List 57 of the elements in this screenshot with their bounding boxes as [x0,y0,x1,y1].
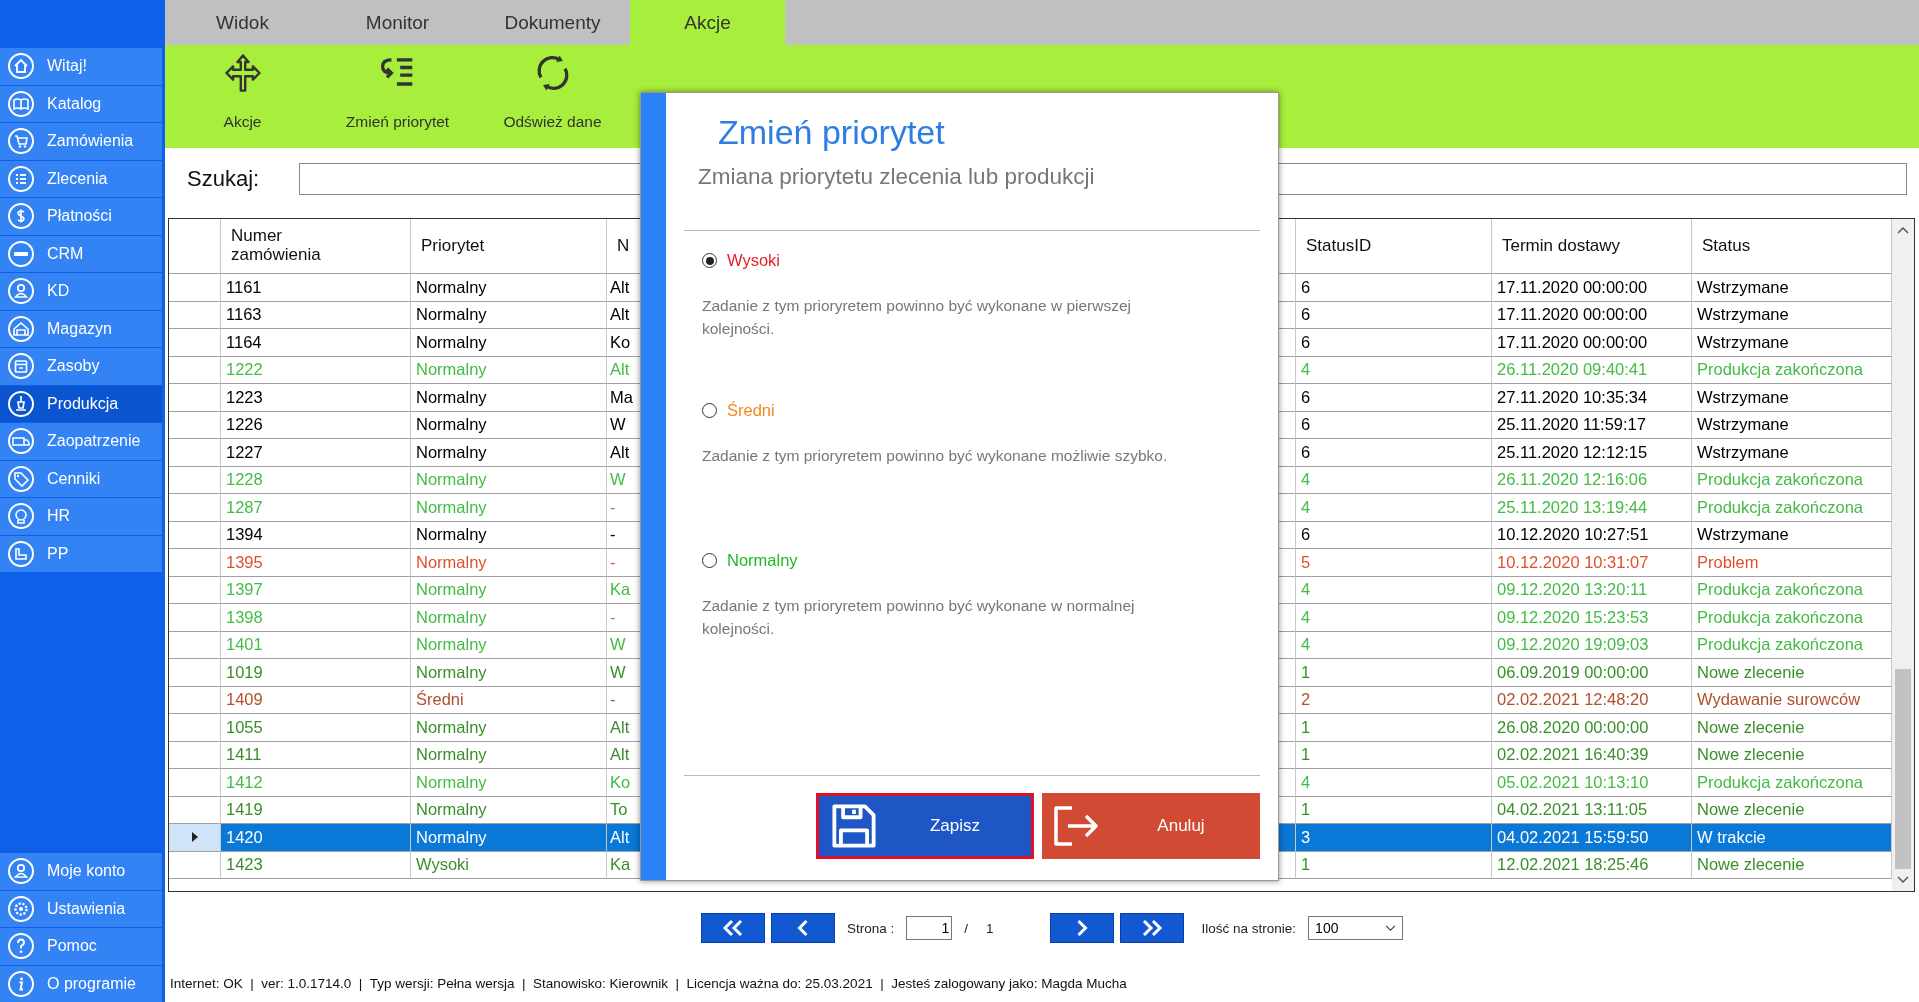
table-cell: 4 [1296,604,1492,632]
table-cell: 1423 [221,851,411,879]
table-cell: 1161 [221,274,411,302]
table-cell: 1 [1296,851,1492,879]
table-cell: 5 [1296,549,1492,577]
per-page-label: Ilość na stronie: [1201,920,1297,936]
table-cell: 1395 [221,549,411,577]
page-separator: / [964,920,969,936]
table-cell: 1287 [221,494,411,522]
table-cell: Normalny [411,439,607,467]
table-cell: Normalny [411,659,607,687]
table-cell: 06.09.2019 00:00:00 [1492,659,1692,687]
table-cell: 09.12.2020 15:23:53 [1492,604,1692,632]
page-total: 1 [986,920,994,936]
table-cell: 6 [1296,329,1492,357]
table-cell: 12.02.2021 18:25:46 [1492,851,1692,879]
table-cell: 6 [1296,439,1492,467]
table-cell: 6 [1296,274,1492,302]
table-cell: 1019 [221,659,411,687]
status-bar-text: Internet: OK | ver: 1.0.1714.0 | Typ wersji: Pełna wersja | Stanowisko: Kierownik | Licencja ważna do: 25.03.2021 | Jesteś zalogowany jako: Magda Mucha [169,976,1128,991]
table-cell: 1420 [221,824,411,852]
table-cell: Normalny [411,384,607,412]
option-description: Zadanie z tym prioryretem powinno być wykonane możliwie szybko. [702,446,1169,466]
table-cell: 1398 [221,604,411,632]
table-cell: 4 [1296,769,1492,797]
table-cell: 1164 [221,329,411,357]
page-label: Strona : [847,920,895,936]
table-cell: Normalny [411,549,607,577]
table-cell: Wysoki [411,851,607,879]
table-cell: 1 [1296,714,1492,742]
table-cell: 10.12.2020 10:31:07 [1492,549,1692,577]
table-cell: Normalny [411,494,607,522]
table-cell: 1227 [221,439,411,467]
dialog-subtitle: Zmiana priorytetu zlecenia lub produkcji [698,164,1096,190]
table-cell: 1223 [221,384,411,412]
table-cell: 17.11.2020 00:00:00 [1492,329,1692,357]
table-cell: Normalny [411,824,607,852]
table-cell: Normalny [411,769,607,797]
table-cell: 4 [1296,494,1492,522]
table-cell: Normalny [411,274,607,302]
table-cell: Normalny [411,604,607,632]
dialog-title: Zmień priorytet [718,113,946,152]
table-cell: 04.02.2021 15:59:50 [1492,824,1692,852]
table-cell: 3 [1296,824,1492,852]
table-cell: 17.11.2020 00:00:00 [1492,274,1692,302]
table-cell: 25.11.2020 13:19:44 [1492,494,1692,522]
table-cell: Normalny [411,714,607,742]
table-cell: 05.02.2021 10:13:10 [1492,769,1692,797]
search-label: Szukaj: [187,166,260,192]
table-cell: 26.08.2020 00:00:00 [1492,714,1692,742]
table-cell: 1412 [221,769,411,797]
table-cell: 25.11.2020 12:12:15 [1492,439,1692,467]
table-cell: 1 [1296,659,1492,687]
table-cell: 1055 [221,714,411,742]
table-cell: 27.11.2020 10:35:34 [1492,384,1692,412]
table-cell: Normalny [411,329,607,357]
table-cell: 6 [1296,384,1492,412]
